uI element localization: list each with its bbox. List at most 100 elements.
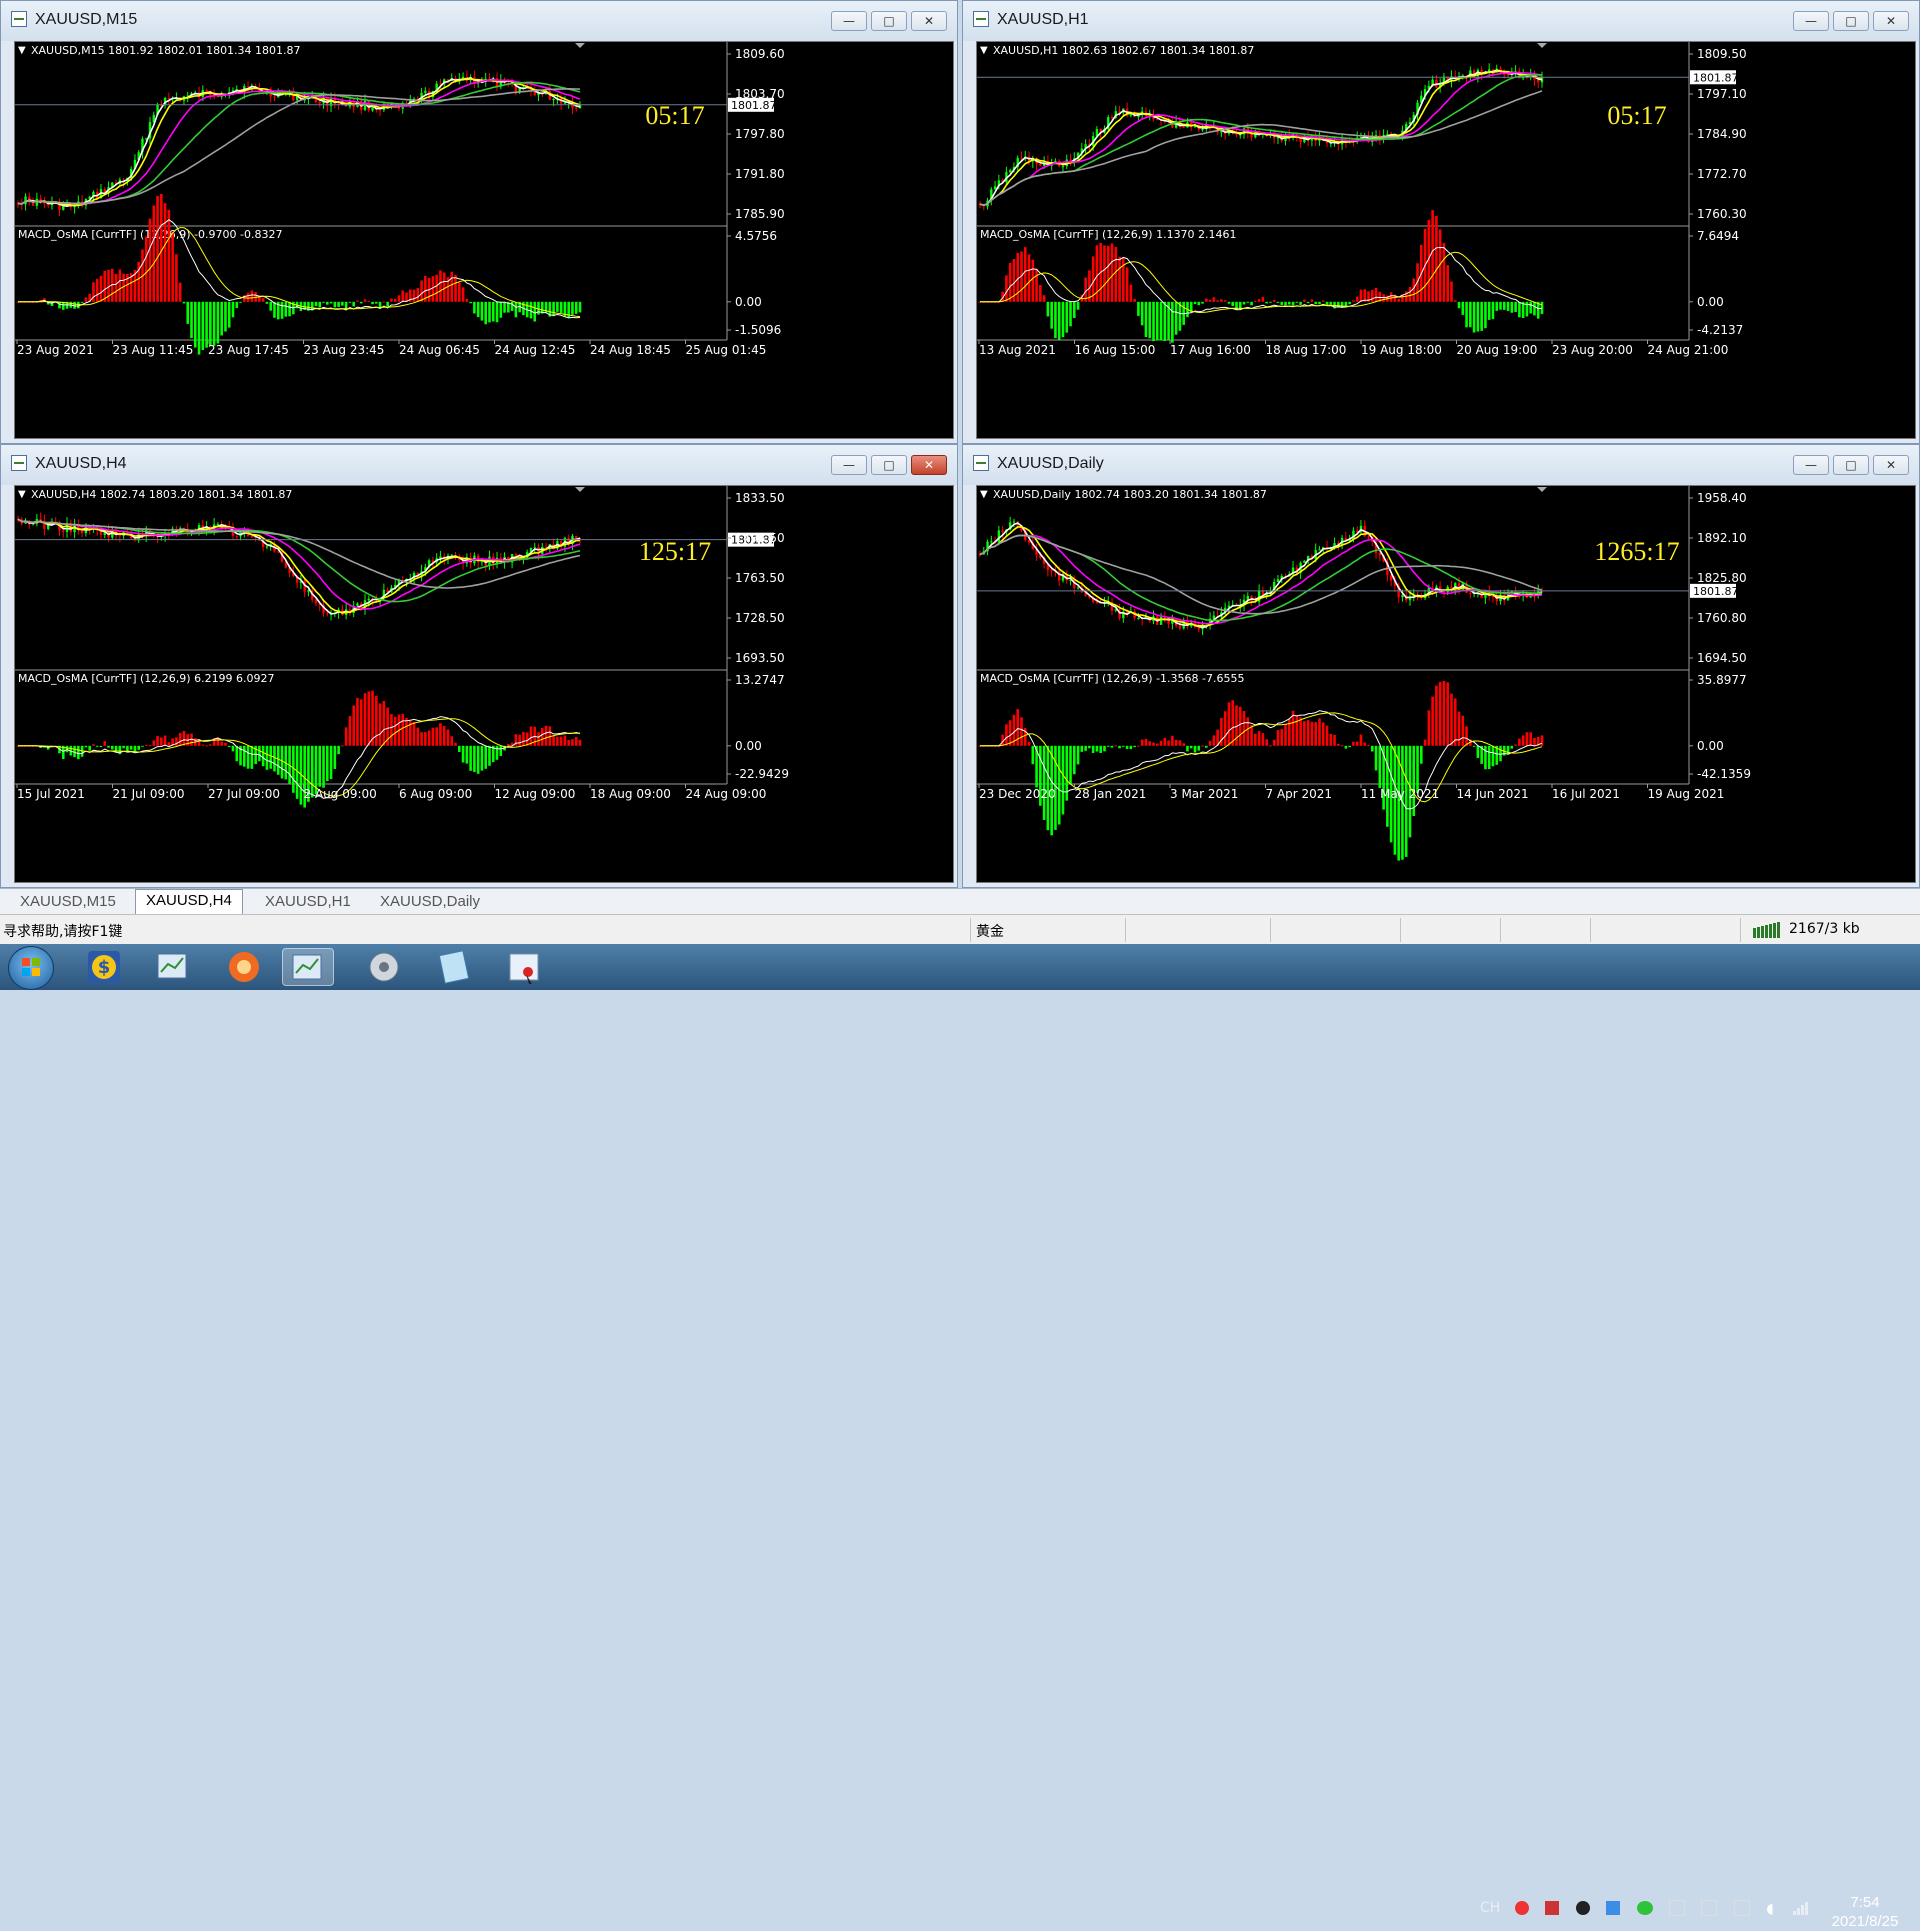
osma-bar — [465, 298, 469, 302]
taskbar-clock[interactable]: 7:54 2021/8/25 — [1820, 1893, 1910, 1931]
title-bar[interactable]: XAUUSD,Daily — □ ✕ — [963, 445, 1919, 485]
title-bar[interactable]: XAUUSD,H1 — □ ✕ — [963, 1, 1919, 41]
candle-body — [1012, 521, 1016, 523]
tray-wechat-icon[interactable] — [1636, 1901, 1653, 1915]
osma-bar — [1106, 245, 1110, 302]
candle-body — [205, 90, 208, 92]
osma-bar — [390, 298, 393, 302]
signal-icon[interactable] — [1792, 1901, 1809, 1915]
candle-body — [367, 598, 370, 601]
osma-bar — [1118, 256, 1121, 302]
osma-bar — [469, 301, 472, 304]
tab-h4[interactable]: XAUUSD,H4 — [135, 889, 243, 915]
chart-window-h1[interactable]: XAUUSD,H1 — □ ✕ 1801.87 1809.50 1797.10 178… — [962, 0, 1920, 444]
osma-bar — [258, 745, 261, 762]
paint-icon[interactable] — [498, 948, 550, 986]
language-indicator[interactable]: CH — [1480, 1900, 1500, 1916]
osma-bar — [473, 745, 476, 773]
osma-bar — [186, 301, 190, 324]
chart-window-daily[interactable]: XAUUSD,Daily — □ ✕ 1801.87 1958.40 1892.10… — [962, 444, 1920, 888]
osma-bar — [1287, 301, 1291, 305]
osma-bar — [1363, 742, 1367, 746]
minimize-button[interactable]: — — [831, 455, 867, 475]
osma-bar — [552, 301, 555, 317]
trading-terminal-icon[interactable] — [148, 948, 200, 986]
maximize-button[interactable]: □ — [1833, 11, 1869, 31]
time-tick-label: 24 Aug 09:00 — [686, 787, 767, 801]
close-button[interactable]: ✕ — [1873, 11, 1909, 31]
osma-bar — [1103, 245, 1106, 302]
osma-bar — [269, 745, 273, 769]
price-tick-label: 1760.30 — [1697, 207, 1747, 221]
title-bar[interactable]: XAUUSD,M15 — □ ✕ — [1, 1, 957, 41]
title-bar[interactable]: XAUUSD,H4 — □ ✕ — [1, 445, 957, 485]
minimize-button[interactable]: — — [1793, 11, 1829, 31]
osma-bar — [507, 743, 510, 746]
tab-h1[interactable]: XAUUSD,H1 — [255, 891, 361, 913]
maximize-button[interactable]: □ — [871, 11, 907, 31]
chart-canvas[interactable]: 1801.87 1809.60 1803.70 1797.80 1791.80 1785.… — [14, 41, 954, 439]
osma-bar — [1495, 301, 1499, 311]
tab-daily[interactable]: XAUUSD,Daily — [370, 891, 490, 913]
candle-body — [265, 546, 269, 548]
maximize-button[interactable]: □ — [871, 455, 907, 475]
bar-countdown-timer: 05:17 — [645, 101, 704, 130]
disk-tool-icon[interactable] — [358, 948, 410, 986]
osma-bar — [1163, 737, 1167, 746]
osma-bar — [495, 745, 499, 760]
osma-bar — [442, 725, 446, 746]
tab-m15[interactable]: XAUUSD,M15 — [10, 891, 126, 913]
osma-bar — [367, 300, 371, 302]
osma-bar — [1480, 301, 1483, 331]
indicator-header: MACD_OsMA [CurrTF] (12,26,9) -1.3568 -7.… — [980, 672, 1244, 685]
close-button[interactable]: ✕ — [1873, 455, 1909, 475]
tray-security-icon[interactable] — [1545, 1901, 1560, 1915]
osma-bar — [559, 301, 563, 314]
osma-bar — [499, 301, 503, 318]
candle-body — [1246, 595, 1249, 600]
maximize-button[interactable]: □ — [1833, 455, 1869, 475]
osma-bar — [1016, 709, 1020, 746]
osma-bar — [1208, 299, 1212, 302]
volume-icon[interactable]: ◖ — [1766, 1901, 1778, 1917]
osma-bar — [567, 740, 570, 746]
osma-bar — [126, 745, 129, 752]
dollar-app-icon[interactable]: $ — [78, 948, 130, 986]
minimize-button[interactable]: — — [831, 11, 867, 31]
osma-bar — [439, 723, 442, 746]
osma-bar — [250, 745, 254, 769]
osma-bar — [1238, 706, 1242, 746]
tray-usb-icon[interactable] — [1669, 1900, 1686, 1916]
tray-sogou-icon[interactable] — [1514, 1901, 1529, 1915]
chart-canvas[interactable]: 1801.87 1958.40 1892.10 1825.80 1760.80 1694.… — [976, 485, 1916, 883]
tray-network-icon[interactable] — [1701, 1900, 1718, 1916]
tray-qq-icon[interactable] — [1575, 1901, 1590, 1915]
chart-window-h4[interactable]: XAUUSD,H4 — □ ✕ 1801.87 1833.50 1798.50 176… — [0, 444, 958, 888]
candle-body — [250, 536, 254, 538]
minimize-button[interactable]: — — [1793, 455, 1829, 475]
osma-bar — [1231, 301, 1235, 306]
candle-body — [167, 97, 171, 99]
tray-monitor-icon[interactable] — [1733, 1900, 1750, 1916]
close-button[interactable]: ✕ — [911, 11, 947, 31]
osma-bar — [1295, 715, 1299, 746]
candle-body — [1276, 579, 1280, 583]
osma-bar — [491, 301, 495, 322]
osma-bar — [510, 301, 514, 311]
osma-bar — [1476, 301, 1480, 332]
chart-canvas[interactable]: 1801.87 1833.50 1798.50 1763.50 1728.50 1693.… — [14, 485, 954, 883]
start-button[interactable] — [8, 946, 54, 990]
osma-bar — [92, 744, 95, 746]
price-tick-label: 1760.80 — [1697, 611, 1747, 625]
chart-canvas[interactable]: 1801.87 1809.50 1797.10 1784.90 1772.70 1760.… — [976, 41, 1916, 439]
close-button[interactable]: ✕ — [911, 455, 947, 475]
tray-shield-icon[interactable] — [1606, 1901, 1621, 1915]
osma-bar — [1095, 745, 1099, 752]
osma-bar — [1431, 210, 1434, 302]
notepad-icon[interactable] — [428, 948, 480, 986]
chart-window-m15[interactable]: XAUUSD,M15 — □ ✕ 1801.87 1809.60 1803.70 17… — [0, 0, 958, 444]
trading-terminal-active-icon[interactable] — [282, 948, 334, 986]
browser-icon[interactable] — [218, 948, 270, 986]
osma-bar — [1325, 725, 1329, 746]
chart-window-icon — [973, 11, 989, 27]
